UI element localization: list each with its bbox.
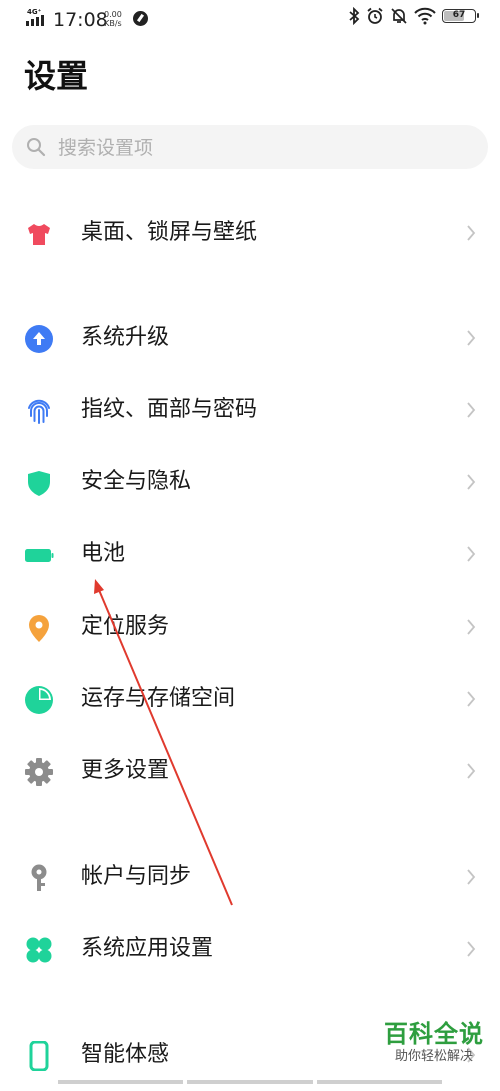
watermark-main: 百科全说 [384, 1020, 484, 1048]
settings-item-label: 电池 [81, 541, 126, 566]
app-notification-icon [133, 11, 148, 26]
watermark-sub: 助你轻松解决 [394, 1049, 473, 1064]
settings-item-system-apps[interactable]: 系统应用设置 [0, 913, 500, 985]
chevron-right-icon [467, 941, 476, 957]
settings-item-fingerprint[interactable]: 指纹、面部与密码 [0, 374, 500, 446]
battery-level: 67 [452, 10, 466, 20]
settings-item-more-settings[interactable]: 更多设置 [0, 735, 500, 807]
navigation-bar [58, 1080, 442, 1084]
settings-item-wallpaper[interactable]: 桌面、锁屏与壁纸 [0, 197, 500, 269]
search-input[interactable] [56, 125, 460, 171]
settings-item-label: 运存与存储空间 [81, 686, 236, 711]
mute-bell-icon [391, 8, 407, 24]
settings-item-label: 安全与隐私 [81, 469, 192, 494]
network-speed-unit: KB/s [104, 19, 122, 28]
fingerprint-icon [24, 396, 54, 426]
status-time: 17:08 [53, 9, 108, 31]
shield-icon [24, 468, 54, 498]
watermark-logo: 百科全说 助你轻松解决 [384, 1020, 484, 1066]
search-icon [27, 138, 46, 157]
settings-item-label: 桌面、锁屏与壁纸 [81, 220, 258, 245]
settings-item-label: 系统应用设置 [81, 936, 214, 961]
chevron-right-icon [467, 474, 476, 490]
settings-item-battery[interactable]: 电池 [0, 518, 500, 590]
settings-item-account-sync[interactable]: 帐户与同步 [0, 841, 500, 913]
gear-icon [24, 757, 54, 787]
alarm-icon [367, 7, 383, 24]
settings-item-label: 定位服务 [81, 614, 170, 639]
cellular-signal-icon: 4G⁺ [26, 8, 48, 28]
chevron-right-icon [467, 619, 476, 635]
settings-item-label: 帐户与同步 [81, 864, 192, 889]
chevron-right-icon [467, 691, 476, 707]
chevron-right-icon [467, 763, 476, 779]
network-speed: 0.00 KB/s [104, 10, 122, 28]
page-title: 设置 [24, 57, 89, 95]
battery-icon [24, 540, 54, 570]
settings-item-security-privacy[interactable]: 安全与隐私 [0, 446, 500, 518]
location-pin-icon [24, 613, 54, 643]
chevron-right-icon [467, 225, 476, 241]
storage-pie-icon [24, 685, 54, 715]
settings-item-system-update[interactable]: 系统升级 [0, 302, 500, 374]
chevron-right-icon [467, 402, 476, 418]
key-icon [24, 863, 54, 893]
wifi-icon [414, 7, 436, 25]
tshirt-icon [24, 219, 54, 249]
upgrade-arrow-icon [24, 324, 54, 354]
settings-item-label: 指纹、面部与密码 [81, 397, 258, 422]
chevron-right-icon [467, 330, 476, 346]
settings-item-location[interactable]: 定位服务 [0, 591, 500, 663]
bluetooth-icon [349, 7, 360, 25]
phone-motion-icon [24, 1041, 54, 1071]
settings-item-storage[interactable]: 运存与存储空间 [0, 663, 500, 735]
apps-grid-icon [24, 935, 54, 965]
chevron-right-icon [467, 869, 476, 885]
settings-item-label: 系统升级 [81, 325, 170, 350]
settings-item-label: 更多设置 [81, 758, 170, 783]
chevron-right-icon [467, 546, 476, 562]
settings-item-label: 智能体感 [81, 1042, 170, 1067]
network-speed-value: 0.00 [104, 10, 122, 19]
search-bar[interactable] [12, 125, 488, 171]
battery-status-icon: 67 [442, 9, 479, 23]
status-bar: 4G⁺ 17:08 0.00 KB/s 67 [0, 0, 500, 40]
